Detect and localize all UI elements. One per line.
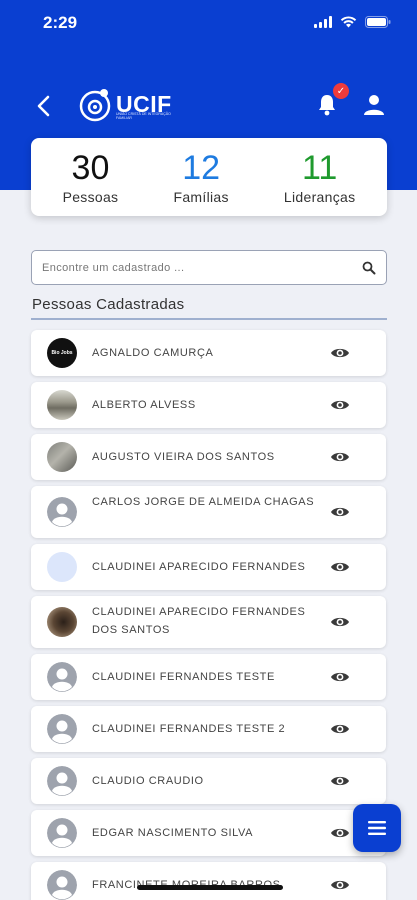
- view-eye-icon[interactable]: [330, 346, 350, 360]
- person-name: ALBERTO ALVESS: [92, 399, 196, 411]
- view-eye-icon[interactable]: [330, 774, 350, 788]
- person-name: CLAUDINEI FERNANDES TESTE 2: [92, 723, 286, 735]
- person-name: CLAUDIO CRAUDIO: [92, 775, 204, 787]
- person-card[interactable]: CLAUDINEI FERNANDES TESTE 2: [31, 706, 386, 752]
- avatar: [47, 497, 77, 527]
- stat-liderancas[interactable]: 11 Lideranças: [284, 149, 356, 205]
- avatar: Bio Jobs: [47, 338, 77, 368]
- wifi-icon: [340, 16, 357, 28]
- avatar: [47, 607, 77, 637]
- view-eye-icon[interactable]: [330, 722, 350, 736]
- person-card[interactable]: Bio Jobs AGNALDO CAMURÇA: [31, 330, 386, 376]
- view-eye-icon[interactable]: [330, 505, 350, 519]
- stat-value: 12: [182, 149, 221, 187]
- stat-label: Pessoas: [62, 189, 119, 205]
- search-placeholder: Encontre um cadastrado ...: [42, 261, 185, 274]
- stat-pessoas[interactable]: 30 Pessoas: [63, 149, 119, 205]
- avatar: [47, 870, 77, 900]
- stat-value: 11: [302, 149, 338, 187]
- menu-icon: [368, 821, 386, 835]
- person-card[interactable]: FRANCINETE MOREIRA BARROS: [31, 862, 386, 900]
- view-eye-icon[interactable]: [330, 826, 350, 840]
- search-input[interactable]: Encontre um cadastrado ...: [31, 250, 387, 285]
- view-eye-icon[interactable]: [330, 560, 350, 574]
- status-time: 2:29: [43, 13, 78, 32]
- view-eye-icon[interactable]: [330, 670, 350, 684]
- person-card[interactable]: CLAUDIO CRAUDIO: [31, 758, 386, 804]
- avatar: [47, 714, 77, 744]
- avatar-text: Bio Jobs: [51, 350, 73, 356]
- home-indicator: [137, 885, 283, 890]
- stat-label: Lideranças: [283, 189, 356, 205]
- logo-subtitle: UNIÃO CRISTÃ DE INTEGRAÇÃO FAMILIAR: [116, 112, 171, 120]
- ucif-logo: UCIF UNIÃO CRISTÃ DE INTEGRAÇÃO FAMILIAR: [76, 86, 172, 122]
- avatar: [47, 662, 77, 692]
- avatar: [47, 818, 77, 848]
- person-name: CLAUDINEI FERNANDES TESTE: [92, 671, 275, 683]
- person-card[interactable]: ALBERTO ALVESS: [31, 382, 386, 428]
- avatar: [47, 552, 77, 582]
- search-icon[interactable]: [362, 261, 376, 275]
- person-card[interactable]: CLAUDINEI FERNANDES TESTE: [31, 654, 386, 700]
- person-card[interactable]: AUGUSTO VIEIRA DOS SANTOS: [31, 434, 386, 480]
- person-name: AGNALDO CAMURÇA: [92, 347, 214, 359]
- stats-card: 30 Pessoas 12 Famílias 11 Lideranças: [31, 138, 387, 216]
- person-card[interactable]: CLAUDINEI APARECIDO FERNANDES: [31, 544, 386, 590]
- person-card[interactable]: EDGAR NASCIMENTO SILVA: [31, 810, 386, 856]
- logo-mark-icon: [79, 89, 111, 122]
- section-title: Pessoas Cadastradas: [32, 296, 185, 313]
- stat-value: 30: [71, 149, 110, 187]
- status-icons: [314, 16, 391, 28]
- person-name: CLAUDINEI APARECIDO FERNANDES: [92, 561, 306, 573]
- avatar: [47, 766, 77, 796]
- view-eye-icon[interactable]: [330, 878, 350, 892]
- battery-icon: [365, 16, 391, 28]
- signal-icon: [314, 16, 332, 28]
- user-profile-icon[interactable]: [362, 93, 386, 117]
- notification-badge: ✓: [331, 81, 351, 101]
- stat-familias[interactable]: 12 Famílias: [173, 149, 228, 205]
- person-card[interactable]: CLAUDINEI APARECIDO FERNANDES DOS SANTOS: [31, 596, 386, 648]
- avatar: [47, 442, 77, 472]
- view-eye-icon[interactable]: [330, 398, 350, 412]
- person-name: CARLOS JORGE DE ALMEIDA CHAGAS: [92, 496, 315, 508]
- person-name: AUGUSTO VIEIRA DOS SANTOS: [92, 451, 275, 463]
- avatar: [47, 390, 77, 420]
- person-card[interactable]: CARLOS JORGE DE ALMEIDA CHAGAS: [31, 486, 386, 538]
- menu-fab-button[interactable]: [353, 804, 401, 852]
- person-name: EDGAR NASCIMENTO SILVA: [92, 827, 254, 839]
- person-name: CLAUDINEI APARECIDO FERNANDES DOS SANTOS: [92, 606, 306, 636]
- stat-label: Famílias: [173, 189, 229, 205]
- back-arrow-icon[interactable]: [34, 94, 54, 118]
- view-eye-icon[interactable]: [330, 450, 350, 464]
- section-divider: [31, 318, 387, 320]
- view-eye-icon[interactable]: [330, 615, 350, 629]
